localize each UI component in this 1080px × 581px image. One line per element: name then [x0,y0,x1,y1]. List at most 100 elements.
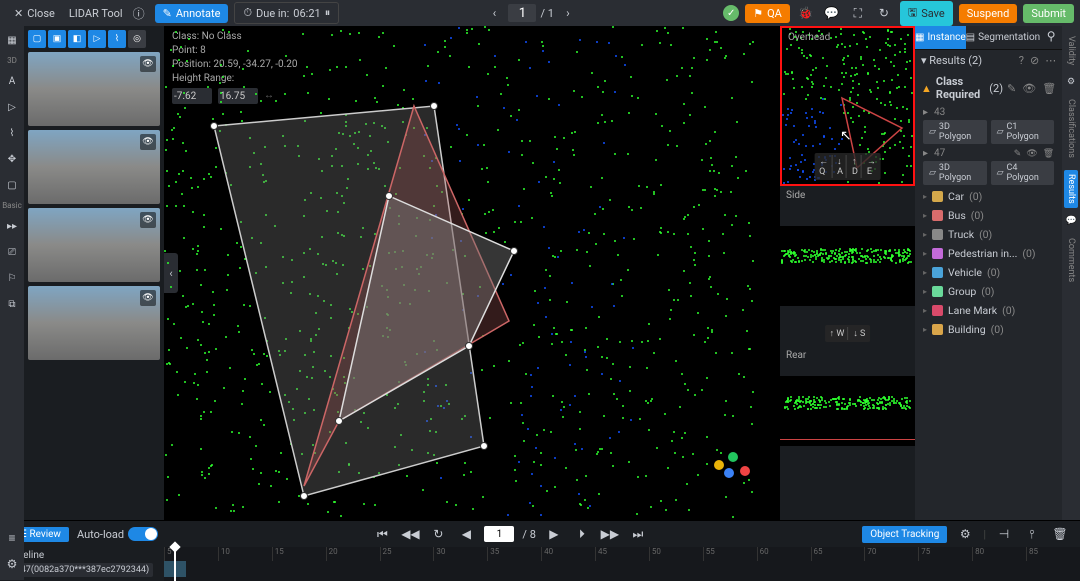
tab-instance[interactable]: ▦ Instance [915,26,966,49]
side-view[interactable]: Side ↑ W ↓ S [780,186,915,346]
class-required-row[interactable]: ▲ Class Required (2) ✎👁🗑 [915,71,1062,105]
key-a[interactable]: ↓ A [834,155,847,178]
step-back-icon[interactable]: ◀◀ [400,524,420,544]
camera-thumb-1[interactable]: 👁 [28,52,160,126]
tab-segmentation[interactable]: ▤ Segmentation [966,26,1041,49]
help-icon[interactable]: ? [1019,54,1024,67]
camera-thumb-4[interactable]: 👁 [28,286,160,360]
category-bus[interactable]: ▸Bus (0) [915,206,1062,225]
layers-icon[interactable]: ≡ [2,528,22,548]
suspend-button[interactable]: Suspend [959,4,1018,23]
delete-icon[interactable]: 🗑 [1043,149,1054,159]
category-pedestrian in...[interactable]: ▸Pedestrian in... (0) [915,244,1062,263]
settings-icon[interactable]: ⚙ [955,524,975,544]
category-lane mark[interactable]: ▸Lane Mark (0) [915,301,1062,320]
submit-button[interactable]: Submit [1023,4,1074,23]
refresh-icon[interactable]: ↻ [874,3,894,23]
category-truck[interactable]: ▸Truck (0) [915,225,1062,244]
expand-icon[interactable]: ⛶ [848,3,868,23]
overhead-view[interactable]: Overhead ↖ ← Q ↓ A ↑ D → E [780,26,915,186]
pager-prev-icon[interactable]: ‹ [484,3,504,23]
key-q[interactable]: ← Q [816,155,832,178]
thumbtool-2[interactable]: ▣ [48,30,66,48]
align-icon[interactable]: ⊣ [994,524,1014,544]
thumbtool-3[interactable]: ◧ [68,30,86,48]
eye-icon[interactable]: 👁 [140,56,156,72]
eye-icon[interactable]: 👁 [140,290,156,306]
autoload-toggle[interactable] [128,527,158,541]
object-43[interactable]: ▸ 43 ▱ 3D Polygon ▱ C1 Polygon [915,105,1062,146]
skip-start-icon[interactable]: ⏮ [372,524,392,544]
key-e[interactable]: → E [864,155,879,178]
tool-cube-icon[interactable]: ▦ [2,30,22,50]
filter-icon[interactable]: ⚲ [1040,26,1062,46]
eye-icon[interactable]: 👁 [1022,82,1036,95]
category-car[interactable]: ▸Car (0) [915,187,1062,206]
play-icon[interactable]: ⏵ [572,524,592,544]
vertex[interactable] [465,342,473,350]
key-s[interactable]: ↓ S [850,327,868,340]
category-group[interactable]: ▸Group (0) [915,282,1062,301]
edit-icon[interactable]: ✎ [1007,82,1016,95]
timeline-filename[interactable]: ▣ 47(0082a370***387ec2792344) [6,563,153,577]
tool-play-icon[interactable]: ▷ [2,97,22,117]
annotate-button[interactable]: ✎ Annotate [155,4,229,23]
rail-validity[interactable]: Validity [1064,32,1078,69]
tool-copy-icon[interactable]: ⧉ [2,294,22,314]
camera-thumb-2[interactable]: 👁 [28,130,160,204]
skip-end-icon[interactable]: ⏭ [628,524,648,544]
vertex[interactable] [335,417,343,425]
close-button[interactable]: ✕ Close [6,4,63,23]
key-d[interactable]: ↑ D [849,155,862,178]
delete-icon[interactable]: 🗑 [1042,82,1056,95]
vertex[interactable] [430,102,438,110]
category-vehicle[interactable]: ▸Vehicle (0) [915,263,1062,282]
rail-comments[interactable]: Comments [1064,234,1078,286]
category-building[interactable]: ▸Building (0) [915,320,1062,339]
chip-3d-polygon[interactable]: ▱ 3D Polygon [923,161,987,185]
key-w[interactable]: ↑ W [827,327,849,340]
replay-icon[interactable]: ↻ [428,524,448,544]
tool-move-icon[interactable]: ✥ [2,149,22,169]
comment-icon[interactable]: 💬 [822,3,842,23]
trash-icon[interactable]: 🗑 [1050,524,1070,544]
tool-filter-icon[interactable]: ⎚ [2,242,22,262]
step-fwd-icon[interactable]: ▶▶ [600,524,620,544]
thumbtool-1[interactable]: ▢ [28,30,46,48]
playhead[interactable] [174,547,176,581]
eye-icon[interactable]: 👁 [1026,149,1037,159]
thumbtool-target[interactable]: ◎ [128,30,146,48]
object-tracking-button[interactable]: Object Tracking [862,526,947,543]
frame-prev-icon[interactable]: ◀ [456,524,476,544]
thumbtool-5[interactable]: ⌇ [108,30,126,48]
chip-c1-polygon[interactable]: ▱ C1 Polygon [991,120,1055,144]
rail-results[interactable]: Results [1064,170,1078,208]
waveform-icon[interactable]: ⫯ [1022,524,1042,544]
eye-icon[interactable]: 👁 [140,134,156,150]
vertex[interactable] [300,492,308,500]
main-3d-viewport[interactable]: Class: No Class Point: 8 Position: 20.59… [164,26,780,520]
vertex[interactable] [385,192,393,200]
vertex[interactable] [480,442,488,450]
eye-icon[interactable]: 👁 [140,212,156,228]
frame-next-icon[interactable]: ▶ [544,524,564,544]
tool-skip-icon[interactable]: ▸▸ [2,216,22,236]
due-timer[interactable]: ⏱ Due in: 06:21 ⏸ [234,2,339,24]
chip-3d-polygon[interactable]: ▱ 3D Polygon [923,120,987,144]
object-47[interactable]: ▸ 47✎👁🗑 ▱ 3D Polygon ▱ C4 Polygon [915,146,1062,187]
vertex[interactable] [510,247,518,255]
bug-icon[interactable]: 🐞 [796,3,816,23]
thumbtool-4[interactable]: ▷ [88,30,106,48]
rail-classifications[interactable]: Classifications [1064,95,1078,162]
rear-view[interactable]: Rear [780,346,915,520]
gear-icon[interactable]: ⚙ [1067,77,1075,87]
info-icon[interactable]: ⓘ [129,3,149,23]
pager-input[interactable] [508,4,536,22]
camera-thumb-3[interactable]: 👁 [28,208,160,282]
frame-input[interactable] [484,526,514,542]
tool-text-icon[interactable]: A [2,71,22,91]
gear-icon[interactable]: ⚙ [2,554,22,574]
save-button[interactable]: 🖫 Save [900,1,953,26]
axis-gizmo[interactable] [710,450,750,490]
vertex[interactable] [210,122,218,130]
